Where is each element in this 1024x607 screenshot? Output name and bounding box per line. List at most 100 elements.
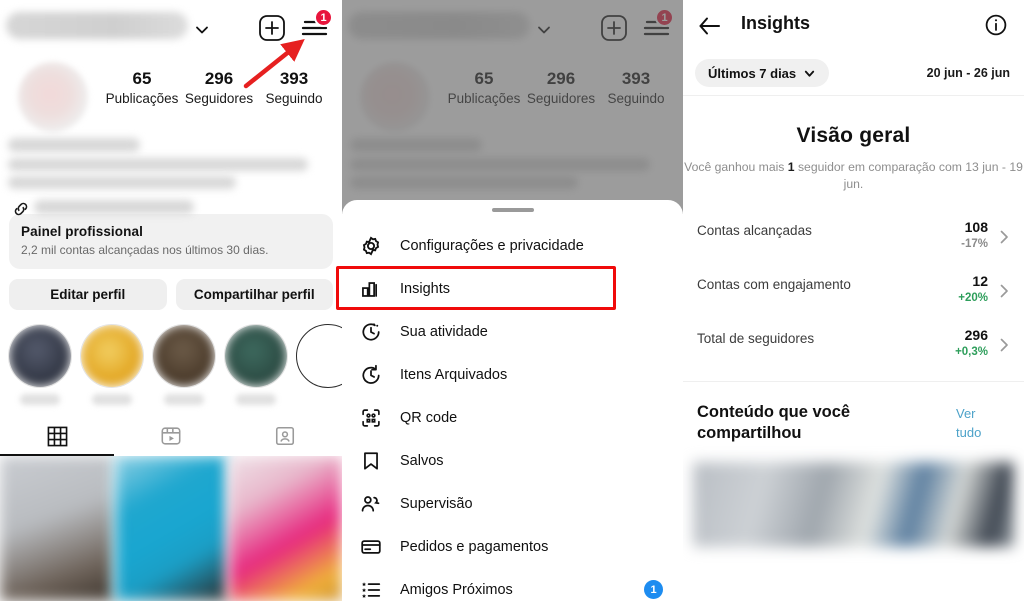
menu-item-saved[interactable]: Salvos bbox=[342, 439, 683, 482]
bio-link-redacted bbox=[34, 200, 194, 214]
metric-row-accounts-reached[interactable]: Contas alcançadas 108 -17% bbox=[683, 215, 1024, 269]
menu-item-archived[interactable]: Itens Arquivados bbox=[342, 353, 683, 396]
panel-instagram-profile: 1 65 Publicações 296 Seguidores 393 Segu… bbox=[0, 0, 342, 607]
stat-posts-label: Publicações bbox=[105, 91, 179, 106]
metric-row-total-followers[interactable]: Total de seguidores 296 +0,3% bbox=[683, 323, 1024, 377]
metric-delta: +0,3% bbox=[955, 346, 988, 358]
metric-name: Contas com engajamento bbox=[697, 277, 851, 292]
tagged-tab[interactable] bbox=[228, 416, 342, 456]
period-selector[interactable]: Últimos 7 dias bbox=[695, 59, 830, 87]
stat-posts[interactable]: 65 Publicações bbox=[105, 68, 179, 108]
stat-following[interactable]: 393 Seguindo bbox=[257, 68, 331, 108]
chevron-down-icon[interactable] bbox=[192, 20, 212, 40]
metric-row-accounts-engaged[interactable]: Contas com engajamento 12 +20% bbox=[683, 269, 1024, 323]
menu-item-label: Salvos bbox=[400, 452, 444, 469]
profile-stats-row: 65 Publicações 296 Seguidores 393 Seguin… bbox=[0, 58, 342, 136]
section-title: Conteúdo que você compartilhou bbox=[697, 403, 851, 442]
panel-insights: Insights Últimos 7 dias 20 jun - 26 jun … bbox=[683, 0, 1024, 607]
shared-content-thumbnail[interactable] bbox=[693, 462, 1014, 547]
overview-note-after: seguidor em comparação com 13 jun - 19 j… bbox=[794, 160, 1023, 191]
bio-line bbox=[8, 158, 308, 171]
highlight-label-redacted bbox=[236, 394, 276, 405]
chevron-down-icon bbox=[803, 67, 816, 80]
info-circle-icon[interactable] bbox=[984, 13, 1008, 37]
avatar[interactable] bbox=[18, 62, 88, 132]
archive-clock-icon bbox=[358, 362, 384, 388]
insights-period-bar: Últimos 7 dias 20 jun - 26 jun bbox=[683, 52, 1024, 96]
metric-value: 12 bbox=[972, 273, 988, 289]
grid-tab[interactable] bbox=[0, 416, 114, 456]
post-thumbnail[interactable] bbox=[229, 456, 342, 601]
profile-tab-bar bbox=[0, 416, 342, 456]
menu-bottom-sheet: Configurações e privacidade Insights Sua… bbox=[342, 200, 683, 607]
scrim-overlay[interactable] bbox=[342, 0, 683, 214]
menu-item-your-activity[interactable]: Sua atividade bbox=[342, 310, 683, 353]
overview-note: Você ganhou mais 1 seguidor em comparaçã… bbox=[683, 159, 1024, 193]
menu-item-qr-code[interactable]: QR code bbox=[342, 396, 683, 439]
professional-panel-title: Painel profissional bbox=[21, 224, 143, 239]
stat-posts-value: 65 bbox=[132, 69, 152, 88]
highlight-item[interactable] bbox=[8, 324, 72, 405]
highlight-label-redacted bbox=[164, 394, 204, 405]
menu-item-label: Amigos Próximos bbox=[400, 581, 513, 598]
metric-value: 108 bbox=[964, 219, 988, 235]
insights-header: Insights bbox=[683, 0, 1024, 52]
professional-panel-card[interactable]: Painel profissional 2,2 mil contas alcan… bbox=[9, 214, 333, 269]
close-friends-badge: 1 bbox=[644, 580, 663, 599]
highlight-item[interactable] bbox=[152, 324, 216, 405]
sheet-drag-handle[interactable] bbox=[491, 208, 534, 212]
menu-item-insights[interactable]: Insights bbox=[342, 267, 683, 310]
menu-item-label: Supervisão bbox=[400, 495, 473, 512]
activity-clock-icon bbox=[358, 319, 384, 345]
bio-line bbox=[8, 138, 140, 152]
professional-panel-subtitle: 2,2 mil contas alcançadas nos últimos 30… bbox=[21, 243, 269, 257]
link-icon[interactable] bbox=[12, 200, 30, 218]
highlight-item[interactable] bbox=[224, 324, 288, 405]
page-title: Insights bbox=[741, 13, 811, 33]
menu-item-settings[interactable]: Configurações e privacidade bbox=[342, 224, 683, 267]
menu-item-label: Insights bbox=[400, 280, 450, 297]
profile-top-bar: 1 bbox=[0, 0, 342, 89]
stat-following-value: 393 bbox=[279, 69, 309, 88]
menu-item-supervision[interactable]: Supervisão bbox=[342, 482, 683, 525]
metric-delta: +20% bbox=[958, 292, 988, 304]
stat-followers[interactable]: 296 Seguidores bbox=[181, 68, 257, 108]
post-grid-preview bbox=[0, 456, 342, 601]
edit-profile-button[interactable]: Editar perfil bbox=[9, 279, 167, 310]
qr-code-icon bbox=[358, 405, 384, 431]
metric-name: Total de seguidores bbox=[697, 331, 815, 346]
metric-value: 296 bbox=[964, 327, 988, 343]
menu-item-label: Itens Arquivados bbox=[400, 366, 508, 383]
view-all-link[interactable]: Ver tudo bbox=[956, 404, 1000, 442]
bar-chart-icon bbox=[358, 276, 384, 302]
settings-gear-icon bbox=[358, 233, 384, 259]
post-thumbnail[interactable] bbox=[114, 456, 228, 601]
metric-list: Contas alcançadas 108 -17% Contas com en… bbox=[683, 215, 1024, 377]
reels-tab[interactable] bbox=[114, 416, 228, 456]
bookmark-icon bbox=[358, 448, 384, 474]
back-arrow-icon[interactable] bbox=[697, 13, 723, 39]
overview-block: Visão geral Você ganhou mais 1 seguidor … bbox=[683, 96, 1024, 193]
chevron-right-icon bbox=[996, 283, 1012, 299]
highlight-item[interactable] bbox=[80, 324, 144, 405]
three-panel-screenshot: 1 65 Publicações 296 Seguidores 393 Segu… bbox=[0, 0, 1024, 607]
highlight-label-redacted bbox=[92, 394, 132, 405]
new-post-icon[interactable] bbox=[258, 14, 286, 42]
metric-delta: -17% bbox=[961, 238, 988, 250]
menu-item-label: Configurações e privacidade bbox=[400, 237, 584, 254]
menu-item-close-friends[interactable]: Amigos Próximos 1 bbox=[342, 568, 683, 607]
menu-item-orders-payments[interactable]: Pedidos e pagamentos bbox=[342, 525, 683, 568]
menu-item-list: Configurações e privacidade Insights Sua… bbox=[342, 224, 683, 607]
highlight-item-partial[interactable] bbox=[296, 324, 342, 388]
stat-following-label: Seguindo bbox=[265, 91, 323, 106]
overview-note-number: 1 bbox=[787, 160, 795, 174]
shared-content-section: Conteúdo que você compartilhou Ver tudo bbox=[683, 382, 1024, 454]
highlight-label-redacted bbox=[20, 394, 60, 405]
supervision-icon bbox=[358, 491, 384, 517]
overview-title: Visão geral bbox=[796, 124, 911, 147]
share-profile-button[interactable]: Compartilhar perfil bbox=[175, 279, 333, 310]
stat-followers-label: Seguidores bbox=[184, 91, 254, 106]
notification-badge: 1 bbox=[314, 8, 333, 27]
menu-item-label: Sua atividade bbox=[400, 323, 488, 340]
post-thumbnail[interactable] bbox=[0, 456, 113, 601]
